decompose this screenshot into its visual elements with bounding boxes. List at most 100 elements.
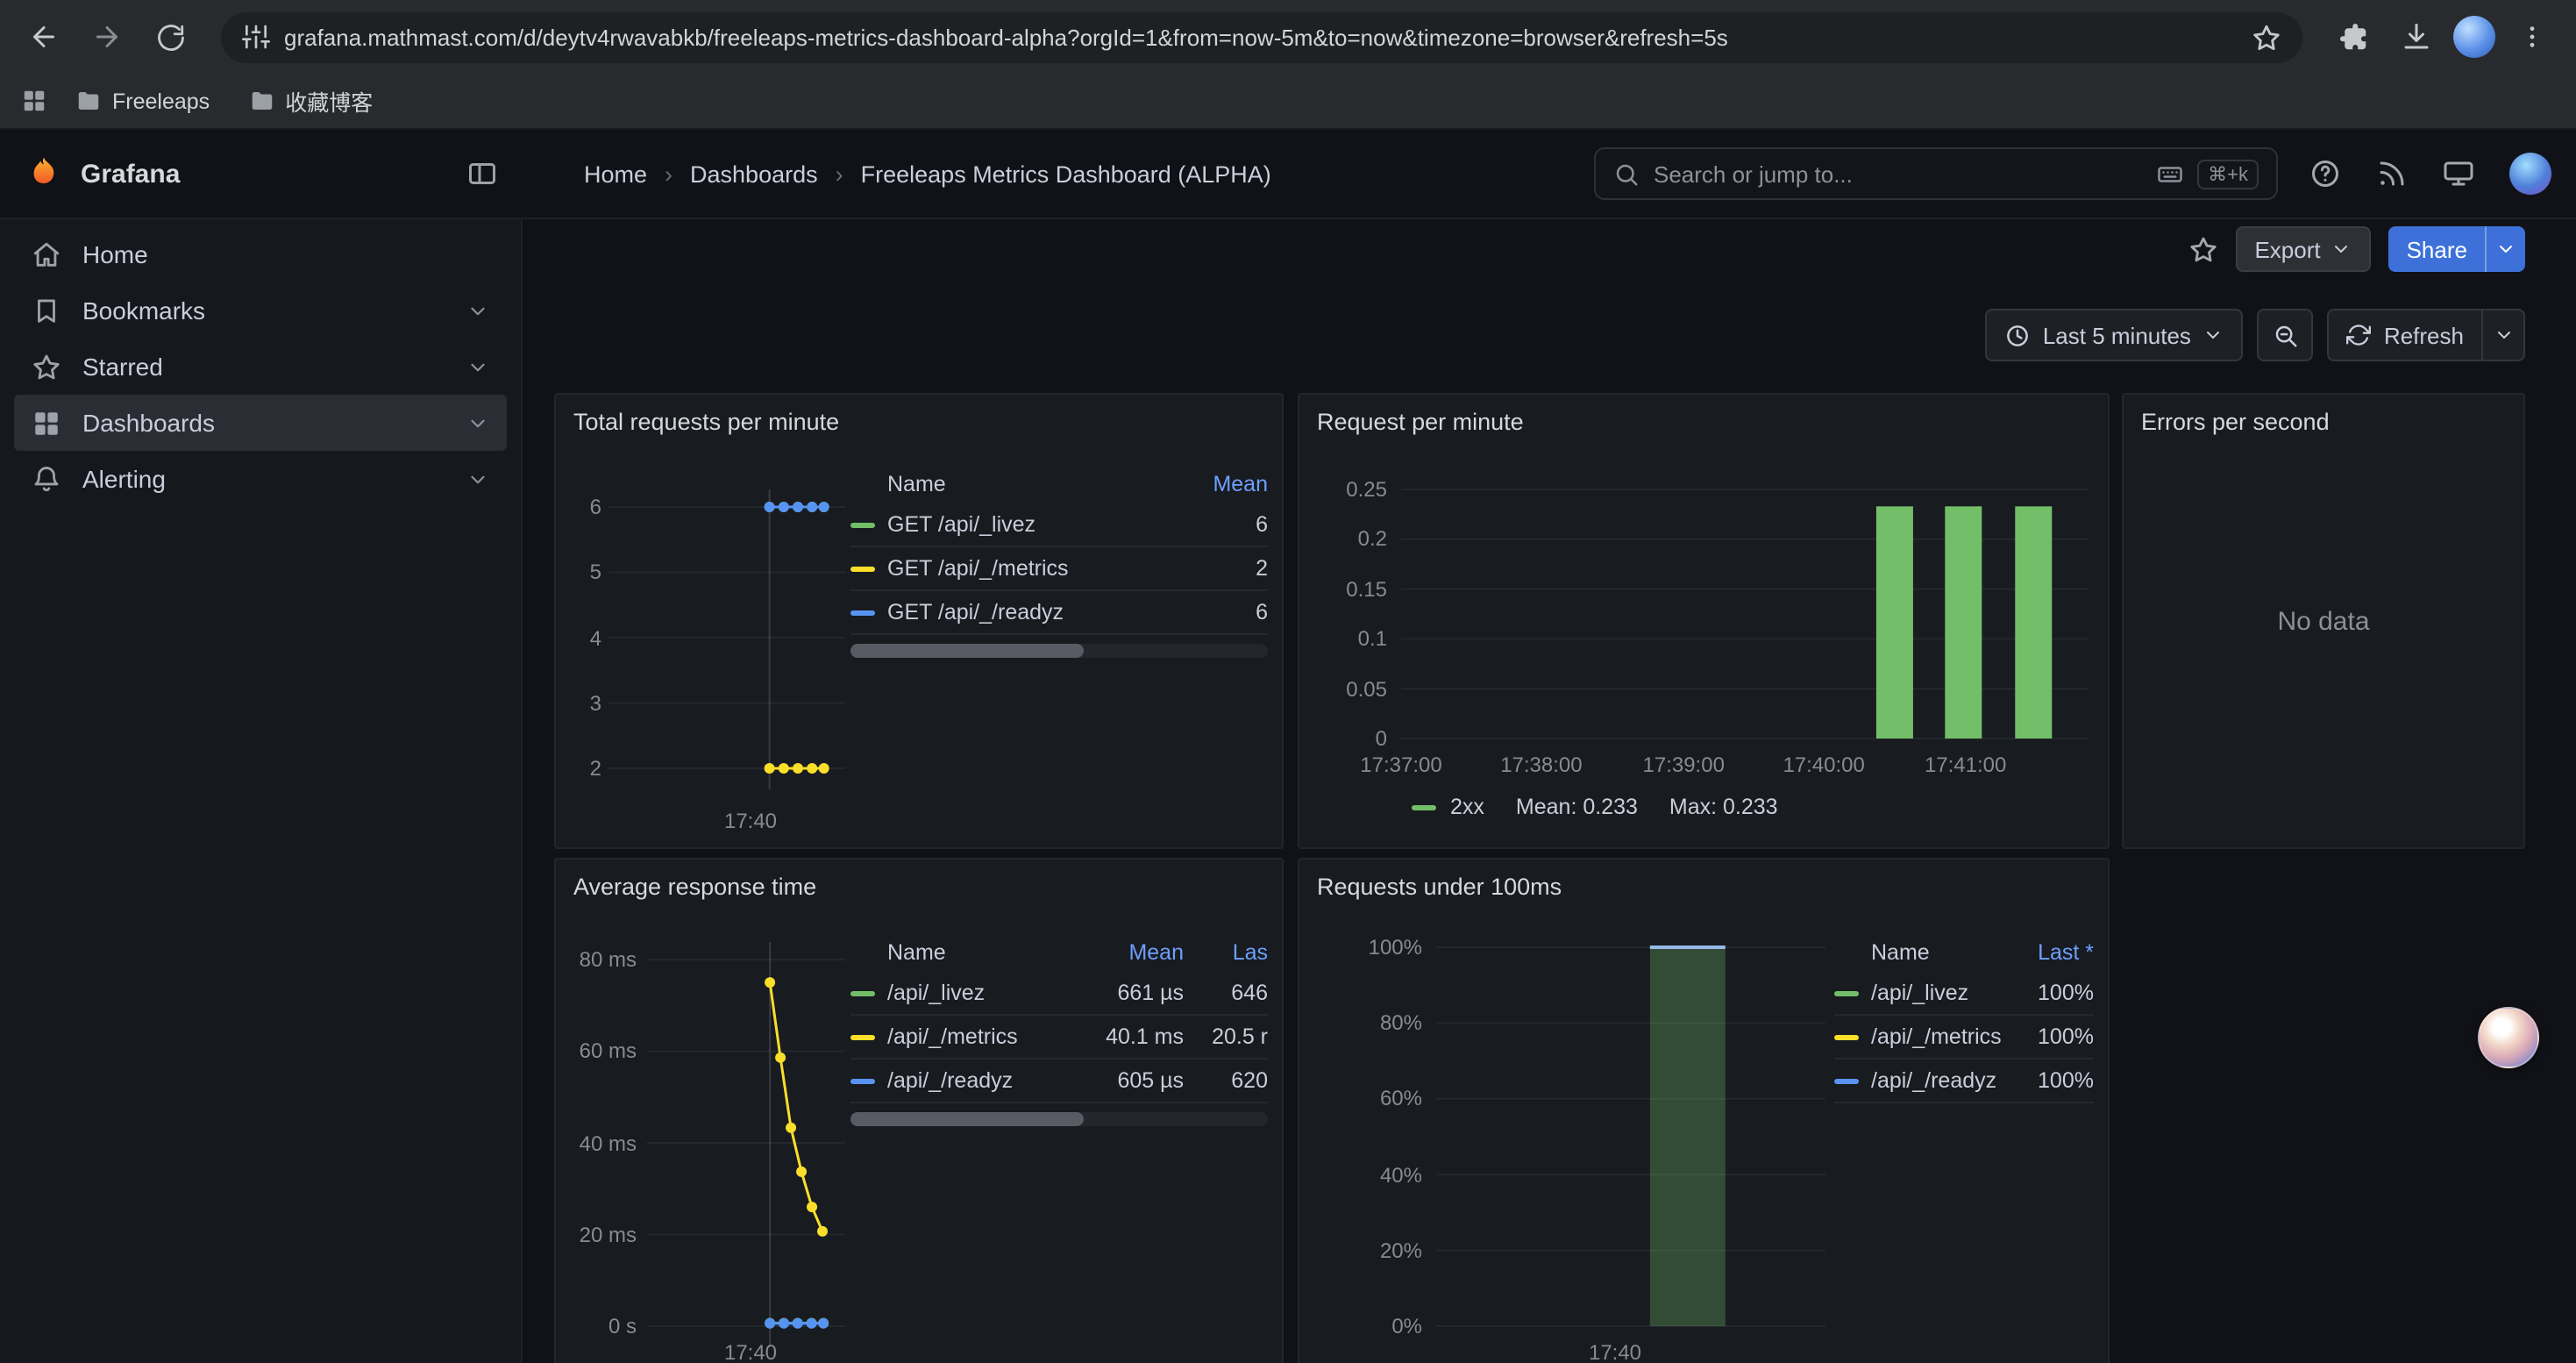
series-color-dash <box>1834 990 1859 995</box>
search-shortcut-badge: ⌘+k <box>2197 159 2259 189</box>
series-name[interactable]: /api/_livez <box>1871 981 2013 1005</box>
rss-icon[interactable] <box>2376 158 2408 189</box>
request-per-minute-chart[interactable]: 0.250.20.150.10.05017:37:0017:38:0017:39… <box>1299 395 2108 847</box>
sidebar-item-label: Starred <box>82 353 163 381</box>
chevron-down-icon[interactable] <box>466 355 489 378</box>
scrollbar-thumb[interactable] <box>850 644 1085 658</box>
panel-title[interactable]: Request per minute <box>1317 409 1524 435</box>
bookmarks-bar: Freeleaps 收藏博客 <box>0 74 2576 130</box>
scrollbar-thumb[interactable] <box>850 1112 1085 1126</box>
browser-menu-button[interactable] <box>2506 11 2558 63</box>
collapse-sidebar-button[interactable] <box>466 158 498 189</box>
panel-title[interactable]: Average response time <box>573 874 816 900</box>
grafana-header: Grafana Home › Dashboards › Freeleaps Me… <box>0 130 2576 219</box>
download-button[interactable] <box>2390 11 2443 63</box>
share-button[interactable]: Share <box>2389 226 2485 272</box>
sidebar-item-home[interactable]: Home <box>14 226 507 282</box>
sidebar-item-bookmarks[interactable]: Bookmarks <box>14 282 507 339</box>
user-avatar[interactable] <box>2509 153 2551 195</box>
sidebar-item-alerting[interactable]: Alerting <box>14 451 507 507</box>
series-last: 620 <box>1184 1068 1268 1093</box>
series-name[interactable]: /api/_/readyz <box>887 1068 1075 1093</box>
series-name[interactable]: /api/_/metrics <box>1871 1024 2013 1049</box>
panel-requests-under-100ms: Requests under 100ms 100%80%60%40%20%0%1… <box>1298 858 2110 1363</box>
share-dropdown-button[interactable] <box>2485 226 2525 272</box>
legend-col-name[interactable]: Name <box>887 940 1075 965</box>
refresh-interval-button[interactable] <box>2483 309 2525 361</box>
dashboard-actions: Export Share <box>523 219 2576 279</box>
export-button[interactable]: Export <box>2235 226 2371 272</box>
url-text[interactable]: grafana.mathmast.com/d/deytv4rwavabkb/fr… <box>284 24 2238 50</box>
breadcrumb-dashboards[interactable]: Dashboards <box>690 161 818 187</box>
legend-col-name[interactable]: Name <box>1871 940 2013 965</box>
browser-profile-avatar[interactable] <box>2453 16 2495 58</box>
panel-errors-per-second: Errors per second No data <box>2122 393 2525 849</box>
apps-grid-icon[interactable] <box>21 88 47 114</box>
refresh-label: Refresh <box>2384 322 2464 348</box>
legend-scrollbar[interactable] <box>850 1112 1268 1126</box>
panel-title[interactable]: Errors per second <box>2141 409 2330 435</box>
zoom-out-button[interactable] <box>2258 309 2314 361</box>
series-last: 100% <box>2013 1024 2094 1049</box>
search-input[interactable]: Search or jump to... ⌘+k <box>1594 147 2278 200</box>
legend-col-mean[interactable]: Mean <box>1170 472 1268 496</box>
time-range-label: Last 5 minutes <box>2043 322 2191 348</box>
keyboard-icon <box>2157 161 2183 187</box>
bookmark-folder-label: Freeleaps <box>112 89 210 113</box>
legend-header: Name Mean Las <box>850 933 1268 972</box>
breadcrumb-home[interactable]: Home <box>584 161 647 187</box>
extensions-button[interactable] <box>2327 11 2380 63</box>
site-settings-icon[interactable] <box>242 23 270 51</box>
panel-request-per-minute: Request per minute 0.250.20.150.10.05017… <box>1298 393 2110 849</box>
floating-assistant-avatar[interactable] <box>2478 1007 2539 1068</box>
search-placeholder: Search or jump to... <box>1654 161 2143 187</box>
chevron-down-icon <box>2203 325 2224 346</box>
help-icon[interactable] <box>2309 158 2341 189</box>
series-name[interactable]: /api/_/readyz <box>1871 1068 2013 1093</box>
chevron-down-icon[interactable] <box>466 411 489 434</box>
series-last: 646 <box>1184 981 1268 1005</box>
chevron-down-icon[interactable] <box>466 467 489 490</box>
legend-table: Name Mean GET /api/_livez 6 GET /api/_/m… <box>850 465 1268 658</box>
legend-col-last[interactable]: Las <box>1184 940 1268 965</box>
reload-button[interactable] <box>144 11 196 63</box>
legend-row: /api/_/readyz 100% <box>1834 1060 2094 1103</box>
series-color-dash <box>850 1034 875 1039</box>
panel-title[interactable]: Requests under 100ms <box>1317 874 1562 900</box>
series-color-dash <box>1412 804 1436 810</box>
series-mean: 605 µs <box>1075 1068 1184 1093</box>
bookmark-folder-freeleaps[interactable]: Freeleaps <box>65 82 220 119</box>
back-button[interactable] <box>18 11 70 63</box>
series-name[interactable]: /api/_/metrics <box>887 1024 1075 1049</box>
url-bar[interactable]: grafana.mathmast.com/d/deytv4rwavabkb/fr… <box>221 11 2302 62</box>
sidebar-item-dashboards[interactable]: Dashboards <box>14 395 507 451</box>
series-name[interactable]: GET /api/_/metrics <box>887 556 1170 581</box>
series-name[interactable]: GET /api/_/readyz <box>887 600 1170 624</box>
series-color-dash <box>1834 1078 1859 1083</box>
bookmark-star-icon[interactable] <box>2252 22 2281 52</box>
refresh-button[interactable]: Refresh <box>2328 309 2483 361</box>
sidebar-item-label: Bookmarks <box>82 296 205 325</box>
grafana-logo[interactable] <box>25 154 63 193</box>
forward-button[interactable] <box>81 11 133 63</box>
chevron-down-icon[interactable] <box>466 299 489 322</box>
apps-icon <box>32 408 61 438</box>
sidebar-item-starred[interactable]: Starred <box>14 339 507 395</box>
series-name[interactable]: 2xx <box>1450 795 1484 819</box>
legend-col-name[interactable]: Name <box>887 472 1170 496</box>
legend-table: Name Mean Las /api/_livez 661 µs 646 <box>850 933 1268 1126</box>
dashboard-canvas: Last 5 minutes Refresh <box>523 279 2576 1363</box>
bookmark-folder-blogs[interactable]: 收藏博客 <box>238 79 383 123</box>
series-name[interactable]: GET /api/_livez <box>887 512 1170 537</box>
favorite-star-button[interactable] <box>2188 234 2217 264</box>
legend-row: GET /api/_livez 6 <box>850 503 1268 547</box>
monitor-icon[interactable] <box>2443 158 2474 189</box>
series-color-dash <box>850 610 875 615</box>
panel-title[interactable]: Total requests per minute <box>573 409 839 435</box>
legend-col-mean[interactable]: Mean <box>1075 940 1184 965</box>
series-mean: 6 <box>1170 600 1268 624</box>
time-range-button[interactable]: Last 5 minutes <box>1985 309 2244 361</box>
legend-col-last[interactable]: Last * <box>2013 940 2094 965</box>
legend-scrollbar[interactable] <box>850 644 1268 658</box>
series-name[interactable]: /api/_livez <box>887 981 1075 1005</box>
